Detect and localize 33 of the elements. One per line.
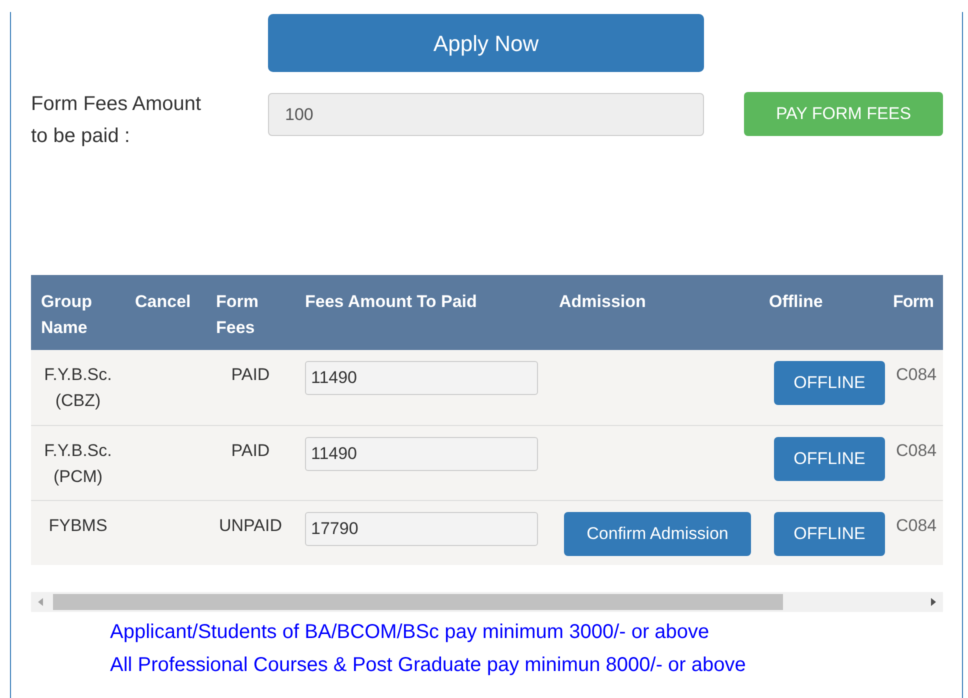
form-number: C084 [896,516,937,534]
offline-button[interactable]: OFFLINE [774,361,885,405]
column-header: Offline [769,291,824,313]
offline-button[interactable]: OFFLINE [774,512,885,556]
form-fees-field[interactable]: 100 [268,93,704,136]
form-fees-status: PAID [231,365,270,384]
form-number: C084 [896,440,937,460]
scrollbar-thumb[interactable] [53,594,783,610]
group-name: FYBMS [48,514,108,536]
column-header: Cancel [135,291,192,313]
form-fees-label: Form Fees Amount to be paid : [31,92,202,149]
form-number: C084 [896,365,937,384]
offline-button[interactable]: OFFLINE [774,436,885,480]
horizontal-scrollbar[interactable] [31,592,943,612]
group-name: F.Y.B.Sc. (PCM) [43,440,113,488]
column-header: Group Name [41,291,93,339]
apply-button[interactable]: Apply Now [268,14,704,72]
column-header: Admission [559,291,647,313]
column-header: Fees Amount To Paid [305,291,478,313]
fees-amount-field[interactable]: 11490 [305,436,538,470]
form-fees-status: UNPAID [219,516,282,534]
scroll-left-icon[interactable] [37,598,45,606]
group-name: F.Y.B.Sc. (CBZ) [43,364,113,412]
fees-amount-field[interactable]: 17790 [305,512,538,546]
form-fees-status: PAID [231,440,270,460]
fee-note: Applicant/Students of BA/BCOM/BSc pay minimum 3000/- or above [110,620,710,645]
column-header: Form Fees [216,291,260,339]
fees-amount-field[interactable]: 11490 [305,361,538,395]
column-header: Form [893,291,934,313]
fee-note: All Professional Courses & Post Graduate pay minimun 8000/- or above [110,653,747,678]
scroll-right-icon[interactable] [929,598,937,606]
pay-form-fees-button[interactable]: PAY FORM FEES [744,92,943,136]
confirm-admission-button[interactable]: Confirm Admission [564,512,751,556]
